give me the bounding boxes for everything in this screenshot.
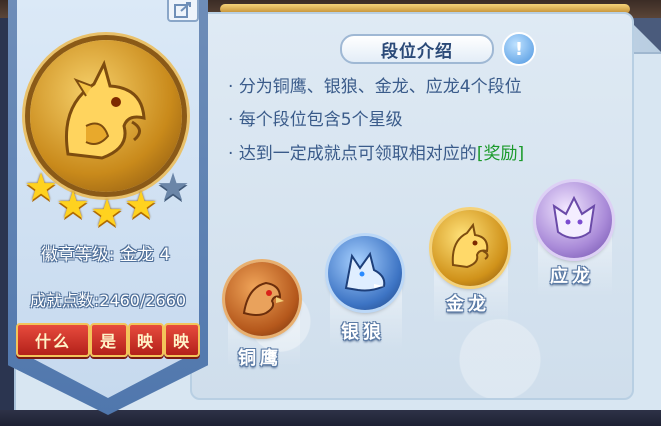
star-filled-icon: ★ <box>124 183 159 227</box>
rank-label-purple: 应龙 <box>550 266 594 287</box>
rank-label-silver: 银狼 <box>341 322 385 343</box>
purple-dragon-icon <box>552 195 596 239</box>
star-filled-icon: ★ <box>24 165 59 209</box>
description-text: 每个段位包含5个星级 <box>238 110 403 130</box>
tag-button-3[interactable]: 映 <box>128 323 164 357</box>
info-glyph: ! <box>514 38 524 60</box>
silver-wolf-icon <box>344 251 386 292</box>
bottom-strip <box>0 410 661 426</box>
star-rating: ★ ★ ★ ★ ★ <box>24 165 194 232</box>
description-text: 分为铜鹰、银狼、金龙、应龙4个段位 <box>238 77 522 97</box>
rank-label-gold: 金龙 <box>446 294 490 315</box>
description-line-2: · 每个段位包含5个星级 <box>228 105 403 130</box>
tag-button-1[interactable]: 什么 <box>16 323 90 357</box>
tag-button-4[interactable]: 映 <box>164 323 200 357</box>
star-filled-icon: ★ <box>56 183 91 227</box>
edit-icon <box>174 2 191 18</box>
section-title: 段位介绍 <box>340 34 494 64</box>
gold-dragon-medal[interactable] <box>432 210 508 286</box>
bullet: · <box>228 77 234 97</box>
description-text: 达到一定成就点可领取相对应的 <box>238 144 477 164</box>
reward-link[interactable]: [奖励] <box>477 144 524 164</box>
rank-label-bronze: 铜鹰 <box>238 348 282 369</box>
bronze-eagle-medal[interactable] <box>225 262 299 336</box>
gold-dragon-icon <box>451 222 489 269</box>
badge-level: 徽章等级: 金龙 4 <box>40 245 171 265</box>
silver-wolf-medal[interactable] <box>328 236 402 310</box>
info-icon[interactable]: ! <box>502 32 536 66</box>
description-line-1: · 分为铜鹰、银狼、金龙、应龙4个段位 <box>228 72 522 97</box>
section-title-text: 段位介绍 <box>381 41 453 62</box>
star-filled-icon: ★ <box>90 191 125 235</box>
edit-button[interactable] <box>167 0 199 22</box>
bullet: · <box>228 110 234 130</box>
star-empty-icon: ★ <box>156 165 191 209</box>
bronze-eagle-icon <box>242 281 284 316</box>
golden-dragon-icon <box>64 59 146 160</box>
achievement-points: 成就点数:2460/2660 <box>29 291 187 310</box>
description-line-3: · 达到一定成就点可领取相对应的[奖励] <box>228 139 524 164</box>
purple-dragon-medal[interactable] <box>536 182 612 258</box>
bullet: · <box>228 144 234 164</box>
tag-button-2[interactable]: 是 <box>90 323 128 357</box>
